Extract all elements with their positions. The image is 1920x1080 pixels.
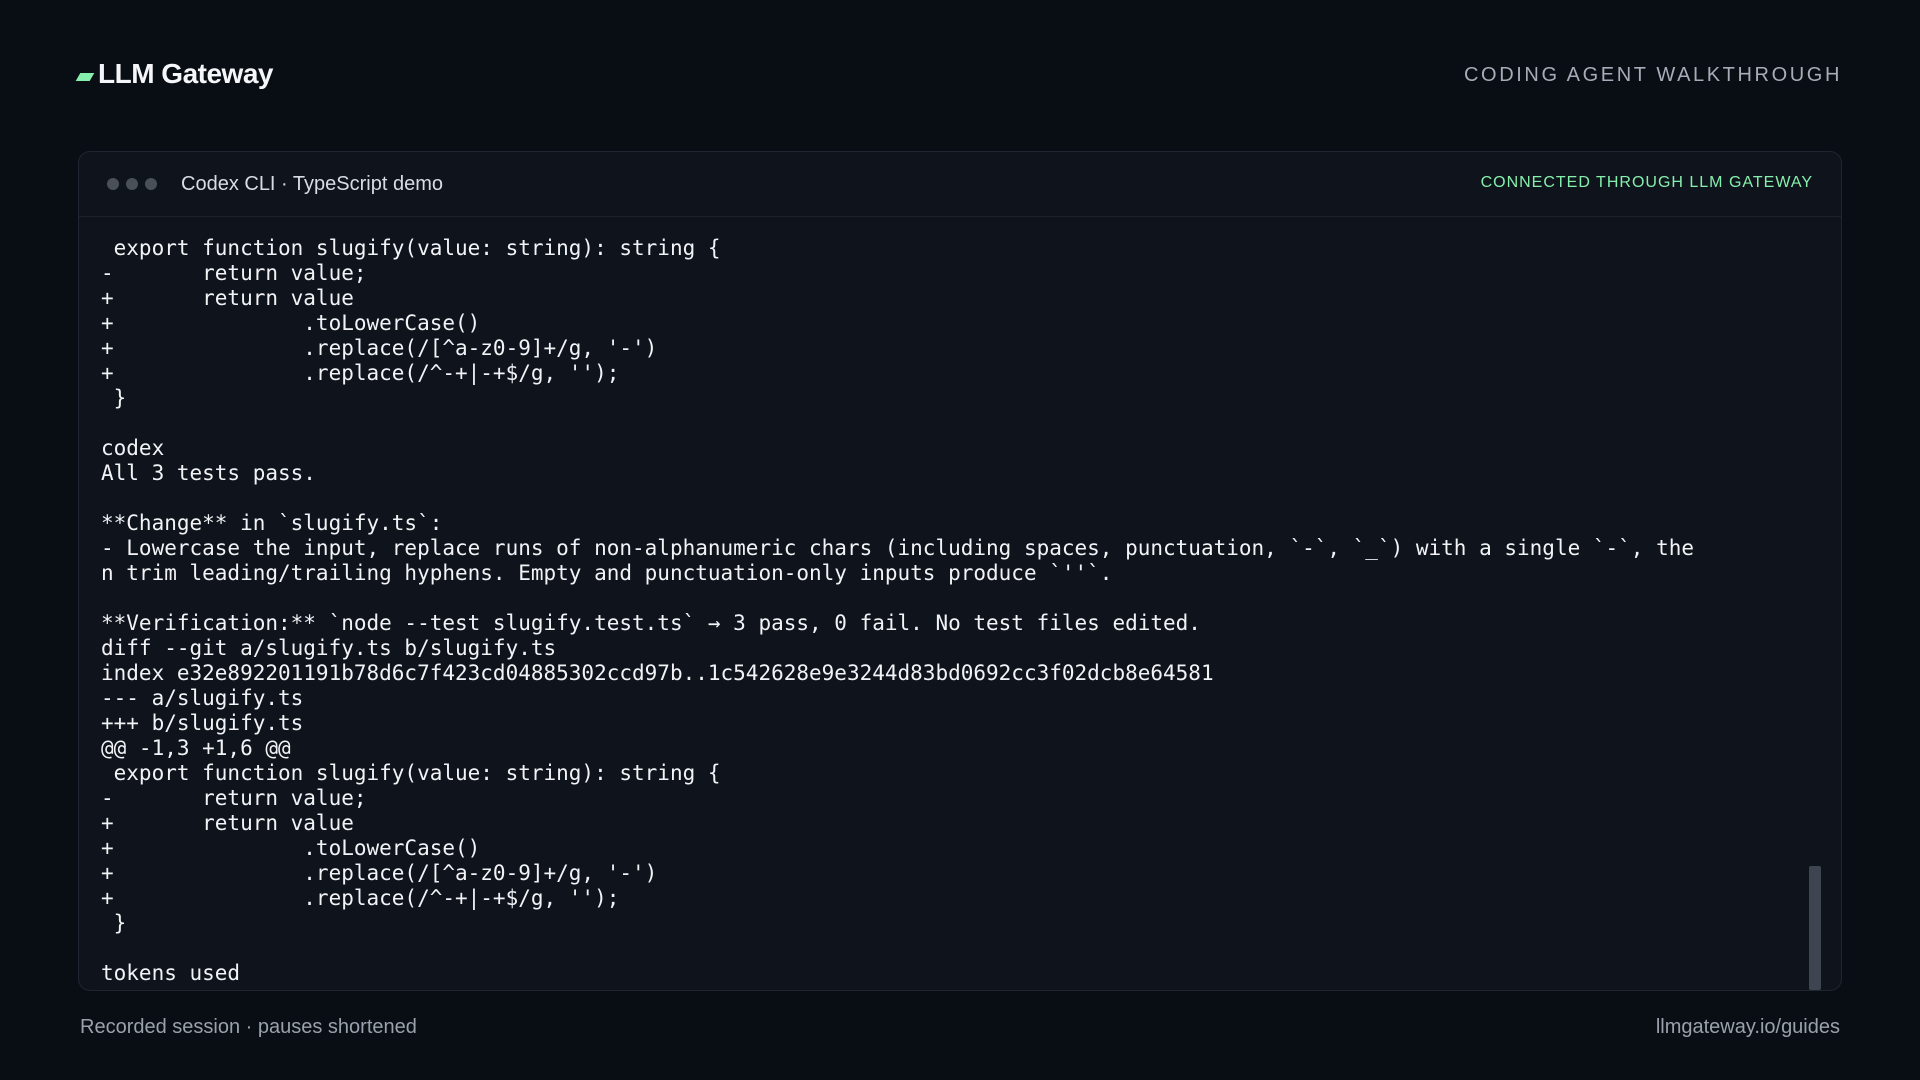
terminal-line: export function slugify(value: string): … (101, 236, 721, 260)
terminal-output[interactable]: export function slugify(value: string): … (101, 236, 1781, 990)
walkthrough-tag: CODING AGENT WALKTHROUGH (1464, 64, 1842, 86)
terminal-line: diff --git a/slugify.ts b/slugify.ts (101, 636, 557, 660)
terminal-line: + .toLowerCase() (101, 311, 481, 335)
terminal-line: - Lowercase the input, replace runs of n… (101, 536, 1695, 560)
window-dot-icon (145, 178, 157, 190)
terminal-line: + .replace(/[^a-z0-9]+/g, '-') (101, 336, 658, 360)
terminal-window: Codex CLI · TypeScript demo CONNECTED TH… (78, 151, 1842, 991)
terminal-line: --- a/slugify.ts (101, 686, 304, 710)
terminal-line: - return value; (101, 786, 367, 810)
terminal-line: codex (101, 436, 165, 460)
terminal-line: All 3 tests pass. (101, 461, 316, 485)
terminal-line: + .replace(/^-+|-+$/g, ''); (101, 361, 620, 385)
brand-mark-icon (75, 73, 95, 81)
window-title: Codex CLI · TypeScript demo (181, 172, 443, 195)
terminal-line: + return value (101, 286, 354, 310)
terminal-line: index e32e892201191b78d6c7f423cd04885302… (101, 661, 1214, 685)
window-dot-icon (107, 178, 119, 190)
terminal-line: + .replace(/[^a-z0-9]+/g, '-') (101, 861, 658, 885)
terminal-line: + return value (101, 811, 354, 835)
terminal-scrollbar[interactable] (1809, 866, 1821, 990)
terminal-line: n trim leading/trailing hyphens. Empty a… (101, 561, 1113, 585)
terminal-line: + .toLowerCase() (101, 836, 481, 860)
window-controls (107, 178, 157, 190)
terminal-line: tokens used (101, 961, 241, 985)
terminal-line: } (101, 386, 127, 410)
window-titlebar: Codex CLI · TypeScript demo CONNECTED TH… (79, 152, 1841, 217)
footer-note: Recorded session · pauses shortened (80, 1016, 417, 1038)
terminal-line: **Verification:** `node --test slugify.t… (101, 611, 1201, 635)
terminal-line: @@ -1,3 +1,6 @@ (101, 736, 291, 760)
connection-status-badge: CONNECTED THROUGH LLM GATEWAY (1480, 174, 1813, 191)
terminal-line: +++ b/slugify.ts (101, 711, 304, 735)
terminal-line: + .replace(/^-+|-+$/g, ''); (101, 886, 620, 910)
terminal-line: **Change** in `slugify.ts`: (101, 511, 443, 535)
footer-link[interactable]: llmgateway.io/guides (1656, 1016, 1840, 1039)
terminal-line: } (101, 911, 127, 935)
terminal-line: - return value; (101, 261, 367, 285)
terminal-line: export function slugify(value: string): … (101, 761, 721, 785)
window-dot-icon (126, 178, 138, 190)
brand-logo: LLM Gateway (75, 58, 273, 90)
brand-name: LLM Gateway (98, 58, 273, 89)
